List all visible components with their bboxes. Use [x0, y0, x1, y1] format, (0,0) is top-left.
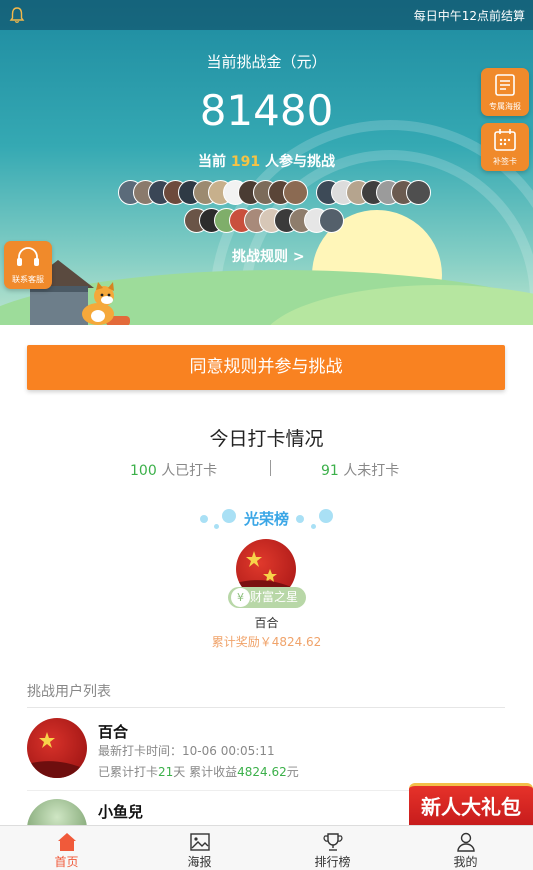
earnings-prefix: 累计收益	[189, 765, 238, 779]
user-icon	[457, 832, 475, 852]
bell-icon[interactable]	[8, 6, 26, 24]
not-checked-in-count: 91	[321, 463, 339, 479]
earnings-amount: 4824.62	[237, 765, 287, 779]
not-checked-in-label: 人未打卡	[343, 463, 400, 479]
checked-in-count: 100	[130, 463, 157, 479]
days-unit: 天	[173, 765, 186, 779]
participants-summary: 当前 191 人参与挑战	[0, 151, 533, 171]
challenge-rules-link[interactable]: 挑战规则 >	[232, 246, 305, 266]
user-name: 小鱼兒	[98, 803, 144, 821]
contact-service-button[interactable]: 联系客服	[4, 241, 52, 289]
honor-roll-title: 光荣榜	[243, 510, 289, 528]
user-name: 百合	[98, 723, 129, 741]
tab-poster[interactable]: 海报	[133, 826, 266, 870]
prize-pool-label: 当前挑战金（元）	[206, 53, 327, 71]
contact-service-label: 联系客服	[12, 275, 44, 284]
tab-leaderboard-label: 排行榜	[314, 855, 351, 869]
tab-profile-label: 我的	[453, 855, 478, 869]
newcomer-gift-banner[interactable]: 新人大礼包	[409, 783, 533, 825]
checked-in-label: 人已打卡	[161, 463, 218, 479]
stat-divider	[270, 460, 271, 476]
user-list-title: 挑战用户列表	[27, 684, 111, 700]
calendar-icon	[494, 129, 516, 151]
days-prefix: 已累计打卡	[98, 765, 159, 779]
wealth-star-badge: ¥ 财富之星	[228, 587, 306, 608]
avatar[interactable]	[406, 180, 431, 205]
coin-icon: ¥	[231, 588, 250, 607]
join-challenge-button[interactable]: 同意规则并参与挑战	[27, 345, 505, 390]
champion-name: 百合	[254, 616, 279, 630]
avatar[interactable]	[283, 180, 308, 205]
participant-avatars	[118, 180, 440, 235]
days-count: 21	[158, 765, 174, 779]
prize-pool-amount: 81480	[199, 86, 334, 135]
image-icon	[190, 833, 210, 851]
dog-illustration	[78, 282, 122, 325]
list-divider	[27, 707, 505, 708]
participants-count: 191	[230, 154, 261, 170]
makeup-card-label: 补签卡	[493, 157, 517, 166]
bottom-tab-bar: 首页 海报 排行榜 我的	[0, 825, 533, 870]
tab-home-label: 首页	[54, 855, 79, 869]
participants-suffix: 人参与挑战	[264, 154, 335, 170]
settlement-notice: 每日中午12点前结算	[413, 9, 525, 23]
poster-button-label: 专属海报	[489, 102, 521, 111]
earnings-unit: 元	[286, 765, 299, 779]
last-checkin-label: 最新打卡时间：	[98, 744, 183, 758]
badge-label: 财富之星	[250, 590, 299, 604]
participants-prefix: 当前	[198, 154, 226, 170]
makeup-card-button[interactable]: 补签卡	[481, 123, 529, 171]
user-last-checkin: 最新打卡时间：10-06 00:05:11	[98, 742, 275, 759]
avatar[interactable]	[319, 208, 344, 233]
user-stats: 已累计打卡21天 累计收益4824.62元	[98, 763, 299, 780]
checked-in-stat: 100 人已打卡	[130, 460, 217, 480]
tab-leaderboard[interactable]: 排行榜	[266, 826, 399, 870]
tab-home[interactable]: 首页	[0, 826, 133, 870]
home-icon	[58, 833, 76, 851]
trophy-icon	[323, 833, 343, 851]
champion-reward: 累计奖励￥4824.62	[211, 635, 322, 649]
notice-bar: 每日中午12点前结算	[0, 0, 533, 30]
tab-profile[interactable]: 我的	[399, 826, 532, 870]
poster-icon	[495, 74, 515, 96]
user-avatar[interactable]	[27, 718, 87, 778]
challenge-hero: 每日中午12点前结算 当前挑战金（元） 81480 当前 191 人参与挑战 挑…	[0, 0, 533, 325]
not-checked-in-stat: 91 人未打卡	[321, 460, 399, 480]
headset-icon	[17, 247, 39, 266]
tab-poster-label: 海报	[187, 855, 212, 869]
app-page: 每日中午12点前结算 当前挑战金（元） 81480 当前 191 人参与挑战 挑…	[0, 0, 533, 870]
last-checkin-time: 10-06 00:05:11	[182, 744, 275, 758]
poster-button[interactable]: 专属海报	[481, 68, 529, 116]
today-checkin-title: 今日打卡情况	[209, 428, 324, 450]
